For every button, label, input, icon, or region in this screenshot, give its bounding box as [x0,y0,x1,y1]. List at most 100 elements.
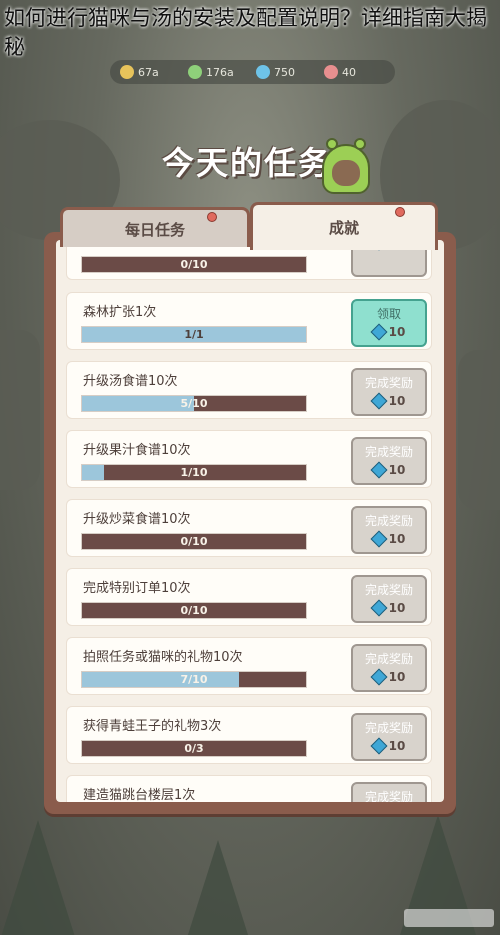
progress-bar: 7/10 [81,671,307,688]
resource-coin[interactable]: 67a [120,65,178,79]
button-label: 完成奖励 [364,376,413,390]
task-row: 建造猫跳台楼层1次 完成奖励 [66,775,432,802]
claim-button[interactable]: 领取 10 [351,299,427,347]
progress-text: 0/3 [184,742,204,755]
gem-icon [370,530,388,548]
button-label: 完成奖励 [364,445,413,459]
notification-dot [395,207,405,217]
reward: 10 [353,668,425,686]
reward: 10 [353,599,425,617]
gem-icon [370,392,388,410]
reward-button[interactable]: 完成奖励 10 [351,644,427,692]
frog-face [332,160,360,186]
reward-amount: 10 [388,670,406,684]
resource-value: 176a [206,65,234,79]
jar-decoration [0,330,40,490]
task-name: 升级炒菜食谱10次 [83,512,191,527]
button-label: 完成奖励 [364,721,413,735]
task-name: 森林扩张1次 [83,305,157,320]
task-name: 建造猫跳台楼层1次 [83,788,196,802]
gem-icon [370,668,388,686]
reward: 10 [353,461,425,479]
task-row: 升级汤食谱10次 5/10 完成奖励 10 [66,361,432,419]
leaf-icon [188,65,202,79]
task-row: 森林扩张1次 1/1 领取 10 [66,292,432,350]
resource-value: 40 [342,65,356,79]
task-name: 拍照任务或猫咪的礼物10次 [83,650,243,665]
task-list[interactable]: 0/10 10 森林扩张1次 1/1 领取 10 升级汤食谱10次 5/10 完成… [56,240,444,802]
progress-text: 0/10 [180,258,208,271]
resource-gem[interactable]: 750 [256,65,314,79]
task-panel: 0/10 10 森林扩张1次 1/1 领取 10 升级汤食谱10次 5/10 完成… [44,232,456,814]
tab-label: 成就 [328,219,359,237]
gem-icon [370,737,388,755]
tab-achievements[interactable]: 成就 [250,202,438,250]
task-name: 获得青蛙王子的礼物3次 [83,719,222,734]
heart-icon [324,65,338,79]
progress-text: 0/10 [180,604,208,617]
reward-amount: 10 [388,532,406,546]
notification-dot [207,212,217,222]
progress-bar: 0/3 [81,740,307,757]
gem-icon [370,323,388,341]
reward-amount: 10 [388,463,406,477]
frog-character [318,138,374,196]
watermark-badge [404,909,494,927]
reward-amount: 10 [388,601,406,615]
reward-button[interactable]: 完成奖励 10 [351,437,427,485]
gem-icon [256,65,270,79]
button-label: 领取 [376,307,401,321]
resource-value: 67a [138,65,159,79]
progress-text: 1/1 [184,328,204,341]
button-label: 完成奖励 [364,583,413,597]
task-row: 拍照任务或猫咪的礼物10次 7/10 完成奖励 10 [66,637,432,695]
resource-leaf[interactable]: 176a [188,65,246,79]
progress-text: 1/10 [180,466,208,479]
reward: 10 [353,392,425,410]
button-label: 完成奖励 [364,652,413,666]
progress-text: 5/10 [180,397,208,410]
reward-amount: 10 [388,739,406,753]
progress-text: 7/10 [180,673,208,686]
progress-bar: 1/10 [81,464,307,481]
task-row: 获得青蛙王子的礼物3次 0/3 完成奖励 10 [66,706,432,764]
task-row: 升级炒菜食谱10次 0/10 完成奖励 10 [66,499,432,557]
reward-button[interactable]: 完成奖励 10 [351,575,427,623]
panel-title: 今天的任务 [161,144,332,182]
jar-decoration [458,350,500,510]
resource-heart[interactable]: 40 [324,65,382,79]
progress-bar: 0/10 [81,256,307,273]
button-label: 完成奖励 [364,514,413,528]
progress-bar: 0/10 [81,533,307,550]
progress-text: 0/10 [180,535,208,548]
reward-amount: 10 [388,325,406,339]
reward-amount: 10 [388,394,406,408]
reward: 10 [353,737,425,755]
task-row: 升级果汁食谱10次 1/10 完成奖励 10 [66,430,432,488]
task-name: 升级汤食谱10次 [83,374,178,389]
paw-coin-icon [120,65,134,79]
tab-daily-tasks[interactable]: 每日任务 [60,207,250,247]
gem-icon [370,461,388,479]
task-name: 升级果汁食谱10次 [83,443,191,458]
reward-button[interactable]: 完成奖励 10 [351,713,427,761]
reward-button[interactable]: 完成奖励 10 [351,506,427,554]
tree-decoration [0,820,76,935]
progress-bar: 0/10 [81,602,307,619]
frog-eye [354,138,366,150]
reward: 10 [353,530,425,548]
resource-value: 750 [274,65,295,79]
reward-button[interactable]: 完成奖励 [351,782,427,802]
task-row: 完成特别订单10次 0/10 完成奖励 10 [66,568,432,626]
task-name: 完成特别订单10次 [83,581,191,596]
resource-bar: 67a 176a 750 40 [110,60,395,84]
tree-decoration [180,840,256,935]
reward: 10 [353,323,425,341]
gem-icon [370,599,388,617]
article-title: 如何进行猫咪与汤的安装及配置说明？详细指南大揭秘 [4,6,487,59]
progress-bar: 1/1 [81,326,307,343]
reward-button[interactable]: 完成奖励 10 [351,368,427,416]
button-label: 完成奖励 [364,790,413,802]
progress-bar: 5/10 [81,395,307,412]
frog-eye [326,138,338,150]
